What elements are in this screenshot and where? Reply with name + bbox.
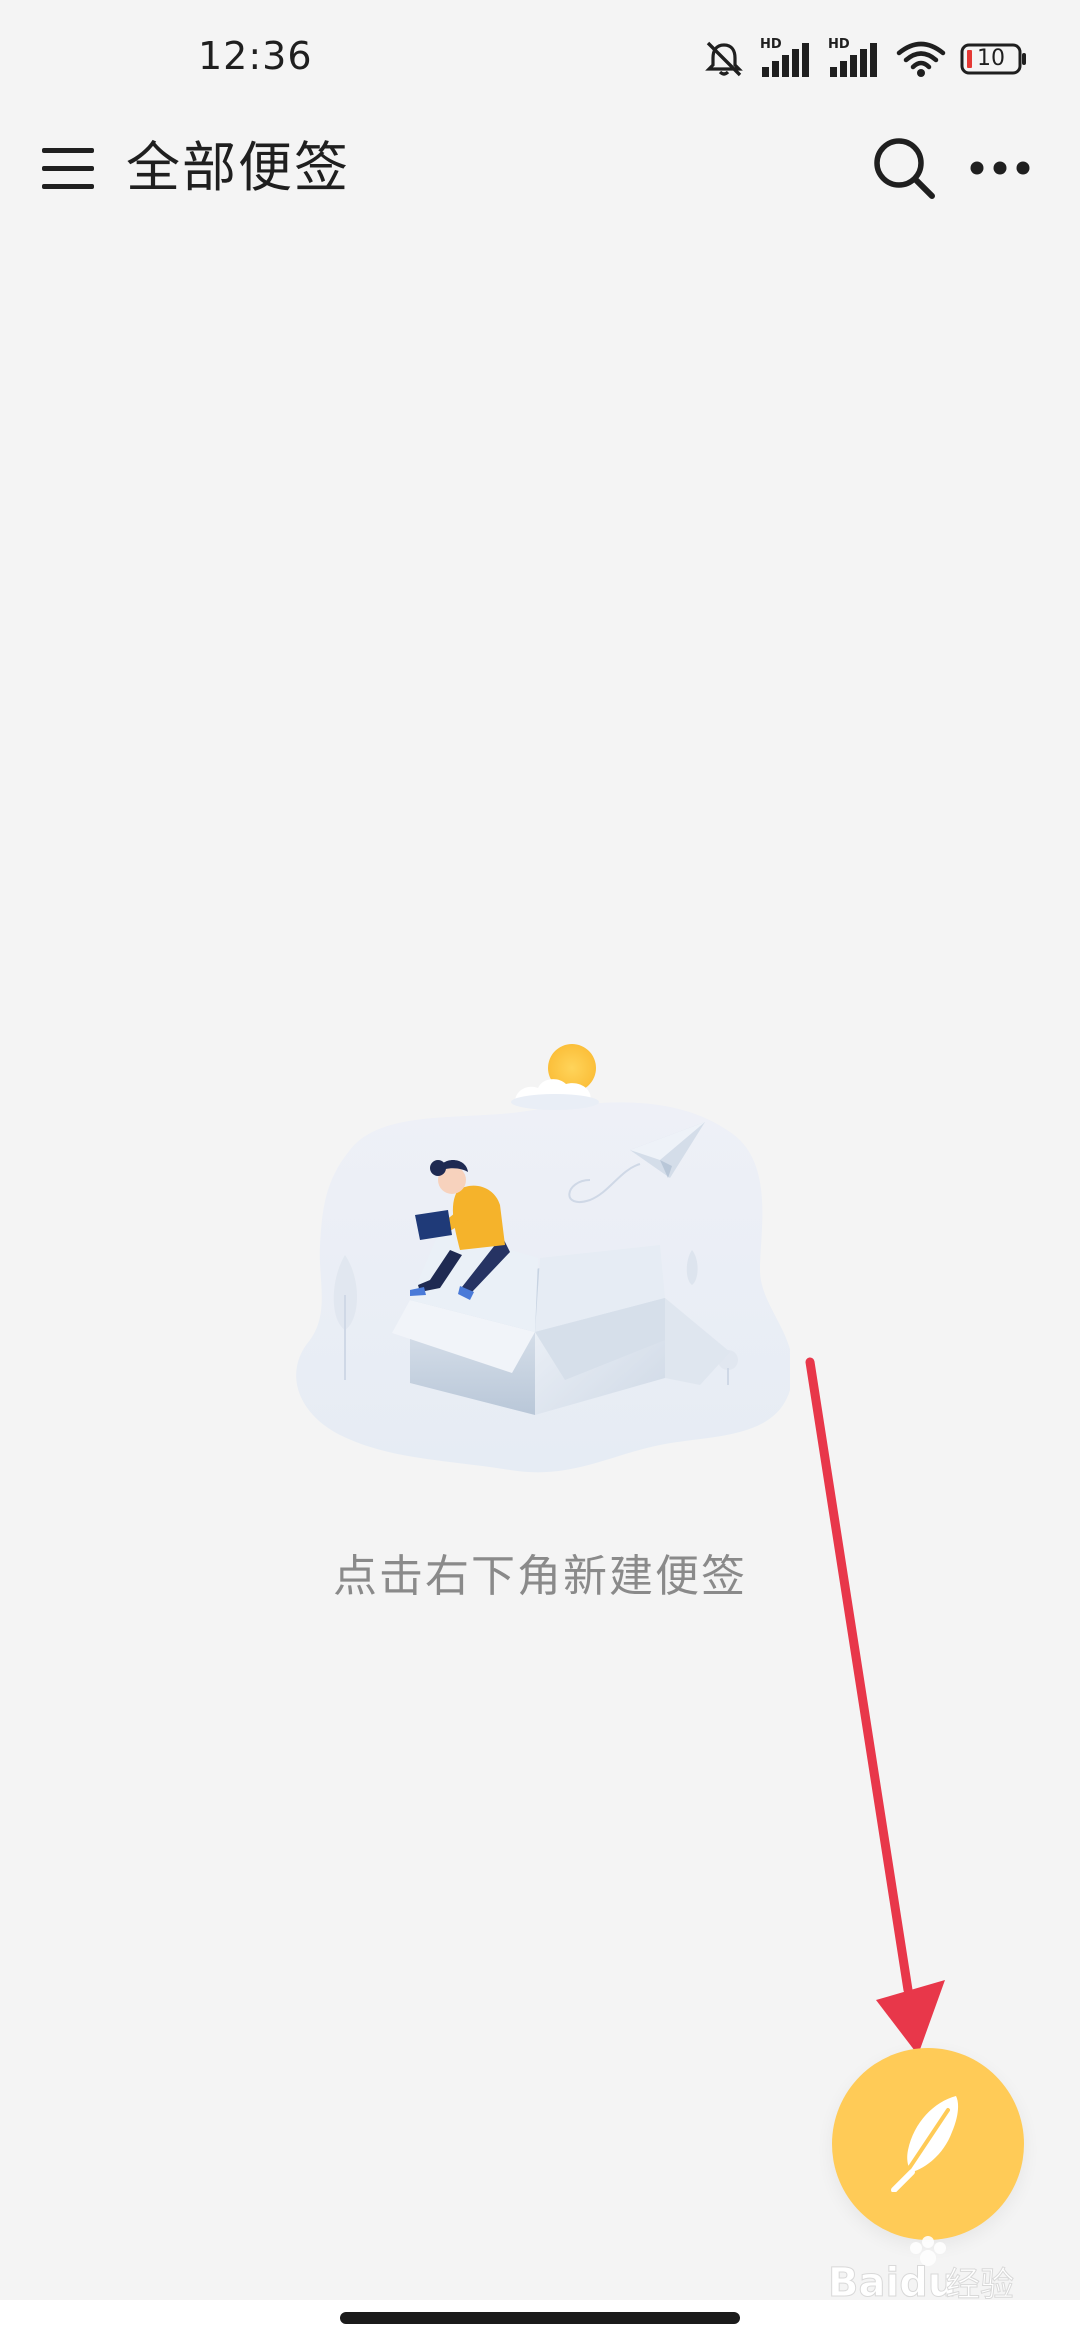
home-indicator[interactable] xyxy=(340,2312,740,2324)
status-icons: HD HD 10 xyxy=(702,36,1028,82)
hd-signal-icon: HD xyxy=(760,37,814,79)
more-options-button[interactable] xyxy=(964,134,1036,206)
page-title: 全部便签 xyxy=(126,136,350,199)
menu-icon xyxy=(40,144,96,196)
menu-button[interactable] xyxy=(40,142,96,198)
wifi-icon xyxy=(896,39,946,79)
more-icon xyxy=(969,160,1031,180)
navigation-bar xyxy=(0,2300,1080,2340)
empty-state-illustration xyxy=(290,1040,794,1490)
feather-icon xyxy=(886,2092,970,2196)
search-icon xyxy=(870,134,938,206)
new-note-fab[interactable] xyxy=(832,2048,1024,2240)
status-time: 12:36 xyxy=(198,34,313,78)
annotation-arrow xyxy=(780,1340,960,2060)
search-button[interactable] xyxy=(868,134,940,206)
svg-text:经验: 经验 xyxy=(946,2265,1014,2305)
hd-signal-icon: HD xyxy=(828,37,882,79)
battery-icon: 10 xyxy=(960,43,1028,75)
mute-icon xyxy=(702,39,746,79)
app-bar: 全部便签 xyxy=(0,120,1080,216)
battery-level: 10 xyxy=(977,46,1005,71)
status-bar: 12:36 HD HD 10 xyxy=(0,0,1080,120)
